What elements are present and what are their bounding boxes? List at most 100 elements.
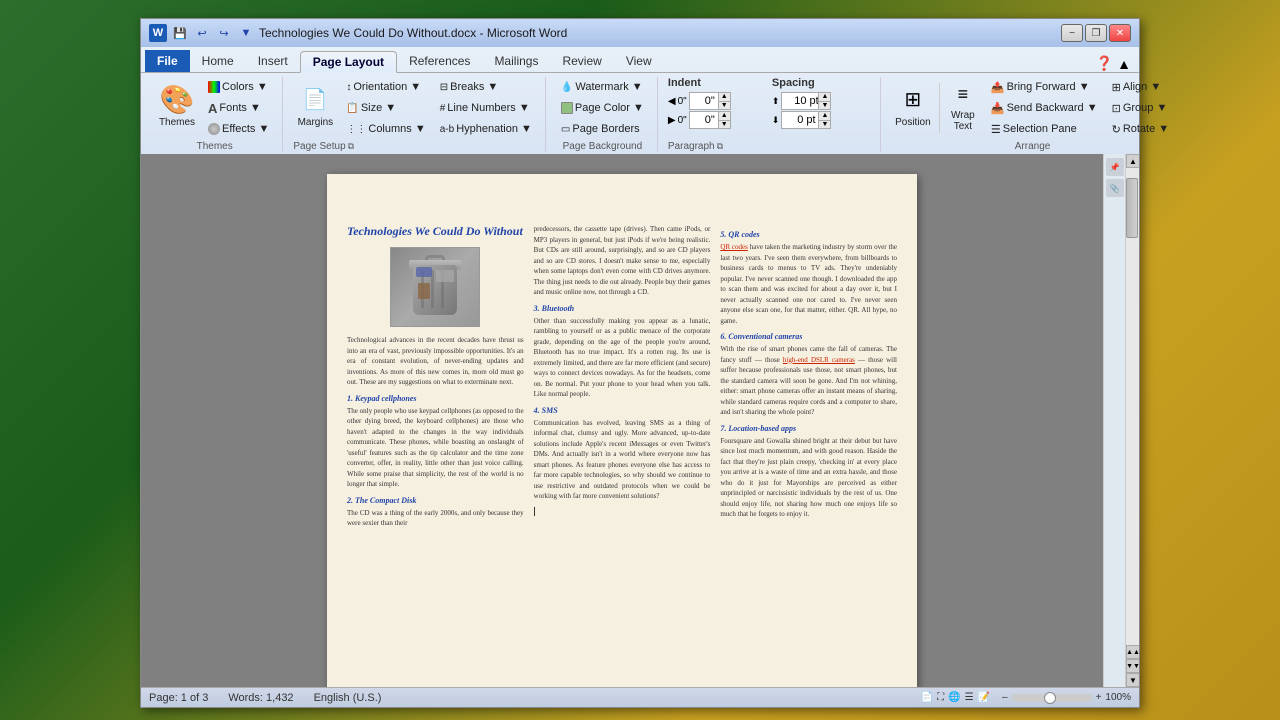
- scroll-track[interactable]: [1126, 168, 1139, 645]
- indent-left-down[interactable]: ▼: [718, 101, 730, 110]
- colors-button[interactable]: Colors ▼: [203, 77, 274, 97]
- indent-col: Indent ◀ 0" 0" ▲ ▼: [668, 77, 768, 129]
- page-color-button[interactable]: Page Color ▼: [556, 98, 649, 118]
- print-layout-btn[interactable]: 📄: [921, 692, 933, 703]
- effects-button[interactable]: Effects ▼: [203, 119, 274, 139]
- web-layout-btn[interactable]: 🌐: [948, 692, 960, 703]
- send-backward-button[interactable]: 📥 Send Backward ▼: [986, 98, 1103, 118]
- group-icon: ⊡: [1112, 102, 1121, 115]
- quick-save-icon[interactable]: 💾: [171, 24, 189, 42]
- scroll-page-down[interactable]: ▼▼: [1126, 659, 1139, 673]
- scroll-page-up[interactable]: ▲▲: [1126, 645, 1139, 659]
- spacing-after-input[interactable]: 0 pt ▲ ▼: [781, 111, 831, 129]
- page-background-group-content: 💧 Watermark ▼ Page Color ▼ ▭ Page Border…: [556, 77, 649, 139]
- help-icon[interactable]: ❓: [1096, 55, 1113, 72]
- pane-icon-2[interactable]: 📎: [1106, 179, 1124, 197]
- send-backward-icon: 📥: [991, 102, 1005, 115]
- align-button[interactable]: ⊞ Align ▼: [1107, 77, 1175, 97]
- indent-right-input[interactable]: 0" ▲ ▼: [689, 111, 731, 129]
- zoom-percent: 100%: [1105, 692, 1131, 703]
- tab-references[interactable]: References: [397, 50, 482, 72]
- indent-right-up[interactable]: ▲: [718, 112, 730, 120]
- ribbon-tab-bar: File Home Insert Page Layout References …: [141, 47, 1139, 73]
- spacing-after-up[interactable]: ▲: [818, 112, 830, 120]
- document-page: Technologies We Could Do Without: [327, 174, 917, 687]
- minimize-button[interactable]: −: [1061, 24, 1083, 42]
- paragraph-expand-icon[interactable]: ⧉: [717, 141, 723, 152]
- trash-illustration: [405, 255, 465, 320]
- scroll-thumb[interactable]: [1126, 178, 1138, 238]
- hyphenation-button[interactable]: a-b Hyphenation ▼: [435, 119, 537, 139]
- section2-heading: 2. The Compact Disk: [347, 496, 524, 505]
- document-column-2: predecessors, the cassette tape (drives)…: [534, 224, 711, 687]
- themes-button[interactable]: 🎨 Themes: [155, 77, 199, 135]
- scroll-down-arrow[interactable]: ▼: [1126, 673, 1139, 687]
- quick-undo-icon[interactable]: ↩: [193, 24, 211, 42]
- tab-file[interactable]: File: [145, 50, 190, 72]
- section3-body: Other than successfully making you appea…: [534, 316, 711, 400]
- quick-customize-icon[interactable]: ▼: [237, 24, 255, 42]
- columns-button[interactable]: ⋮⋮ Columns ▼: [341, 119, 430, 139]
- tab-insert[interactable]: Insert: [246, 50, 300, 72]
- spacing-after-down[interactable]: ▼: [818, 120, 830, 129]
- restore-button[interactable]: ❐: [1085, 24, 1107, 42]
- zoom-label: –: [1002, 692, 1008, 703]
- close-button[interactable]: ✕: [1109, 24, 1131, 42]
- spacing-before-icon: ⬆: [772, 96, 780, 107]
- hyphenation-label: Hyphenation ▼: [456, 123, 532, 135]
- spacing-before-up[interactable]: ▲: [818, 93, 830, 101]
- spacing-after-spinner[interactable]: ▲ ▼: [818, 112, 830, 128]
- zoom-plus[interactable]: +: [1096, 692, 1102, 703]
- margins-button[interactable]: 📄 Margins: [293, 77, 337, 135]
- pane-icon-1[interactable]: 📌: [1106, 158, 1124, 176]
- spacing-before-spinner[interactable]: ▲ ▼: [818, 93, 830, 109]
- section5-body: QR codes have taken the marketing indust…: [720, 242, 897, 326]
- ribbon-minimize-icon[interactable]: ▲: [1117, 56, 1131, 72]
- wrap-text-icon: ≡: [948, 80, 978, 108]
- tab-page-layout[interactable]: Page Layout: [300, 51, 397, 73]
- paragraph-group-label: Paragraph ⧉: [668, 141, 872, 152]
- tab-review[interactable]: Review: [550, 50, 613, 72]
- bring-forward-icon: 📤: [991, 81, 1005, 94]
- group-button[interactable]: ⊡ Group ▼: [1107, 98, 1175, 118]
- position-button[interactable]: ⊞ Position: [891, 77, 935, 135]
- outline-btn[interactable]: ☰: [965, 692, 974, 703]
- document-area[interactable]: Technologies We Could Do Without: [141, 154, 1103, 687]
- fonts-button[interactable]: A Fonts ▼: [203, 98, 274, 118]
- orientation-button[interactable]: ↕ Orientation ▼: [341, 77, 430, 97]
- page-borders-button[interactable]: ▭ Page Borders: [556, 119, 649, 139]
- indent-right-down[interactable]: ▼: [718, 120, 730, 129]
- indent-left-up[interactable]: ▲: [718, 93, 730, 101]
- indent-left-input[interactable]: 0" ▲ ▼: [689, 92, 731, 110]
- full-screen-btn[interactable]: ⛶: [937, 692, 944, 703]
- arrange-divider: [939, 83, 940, 133]
- indent-right-spinner[interactable]: ▲ ▼: [718, 112, 730, 128]
- vertical-scrollbar[interactable]: ▲ ▲▲ ▼▼ ▼: [1125, 154, 1139, 687]
- selection-pane-button[interactable]: ☰ Selection Pane: [986, 119, 1103, 139]
- tab-home[interactable]: Home: [190, 50, 246, 72]
- bring-forward-button[interactable]: 📤 Bring Forward ▼: [986, 77, 1103, 97]
- scroll-up-arrow[interactable]: ▲: [1126, 154, 1139, 168]
- page-setup-group-content: 📄 Margins ↕ Orientation ▼ 📋 Size ▼: [293, 77, 537, 139]
- indent-left-spinner[interactable]: ▲ ▼: [718, 93, 730, 109]
- breaks-button[interactable]: ⊟ Breaks ▼: [435, 77, 537, 97]
- size-button[interactable]: 📋 Size ▼: [341, 98, 430, 118]
- line-numbers-button[interactable]: # Line Numbers ▼: [435, 98, 537, 118]
- quick-redo-icon[interactable]: ↪: [215, 24, 233, 42]
- spacing-before-input[interactable]: 10 pt ▲ ▼: [781, 92, 831, 110]
- rotate-button[interactable]: ↻ Rotate ▼: [1107, 119, 1175, 139]
- tab-view[interactable]: View: [614, 50, 664, 72]
- zoom-slider[interactable]: [1012, 694, 1092, 702]
- selection-pane-label: Selection Pane: [1003, 123, 1077, 135]
- page-setup-expand-icon[interactable]: ⧉: [348, 141, 354, 152]
- tab-mailings[interactable]: Mailings: [482, 50, 550, 72]
- section2-cont: predecessors, the cassette tape (drives)…: [534, 224, 711, 298]
- title-bar-controls: − ❐ ✕: [1061, 24, 1131, 42]
- trash-body: [413, 265, 457, 315]
- zoom-slider-thumb[interactable]: [1044, 692, 1056, 704]
- draft-btn[interactable]: 📝: [978, 692, 990, 703]
- document-title: Technologies We Could Do Without: [347, 224, 524, 239]
- wrap-text-button[interactable]: ≡ Wrap Text: [944, 77, 982, 135]
- watermark-button[interactable]: 💧 Watermark ▼: [556, 77, 649, 97]
- spacing-before-down[interactable]: ▼: [818, 101, 830, 110]
